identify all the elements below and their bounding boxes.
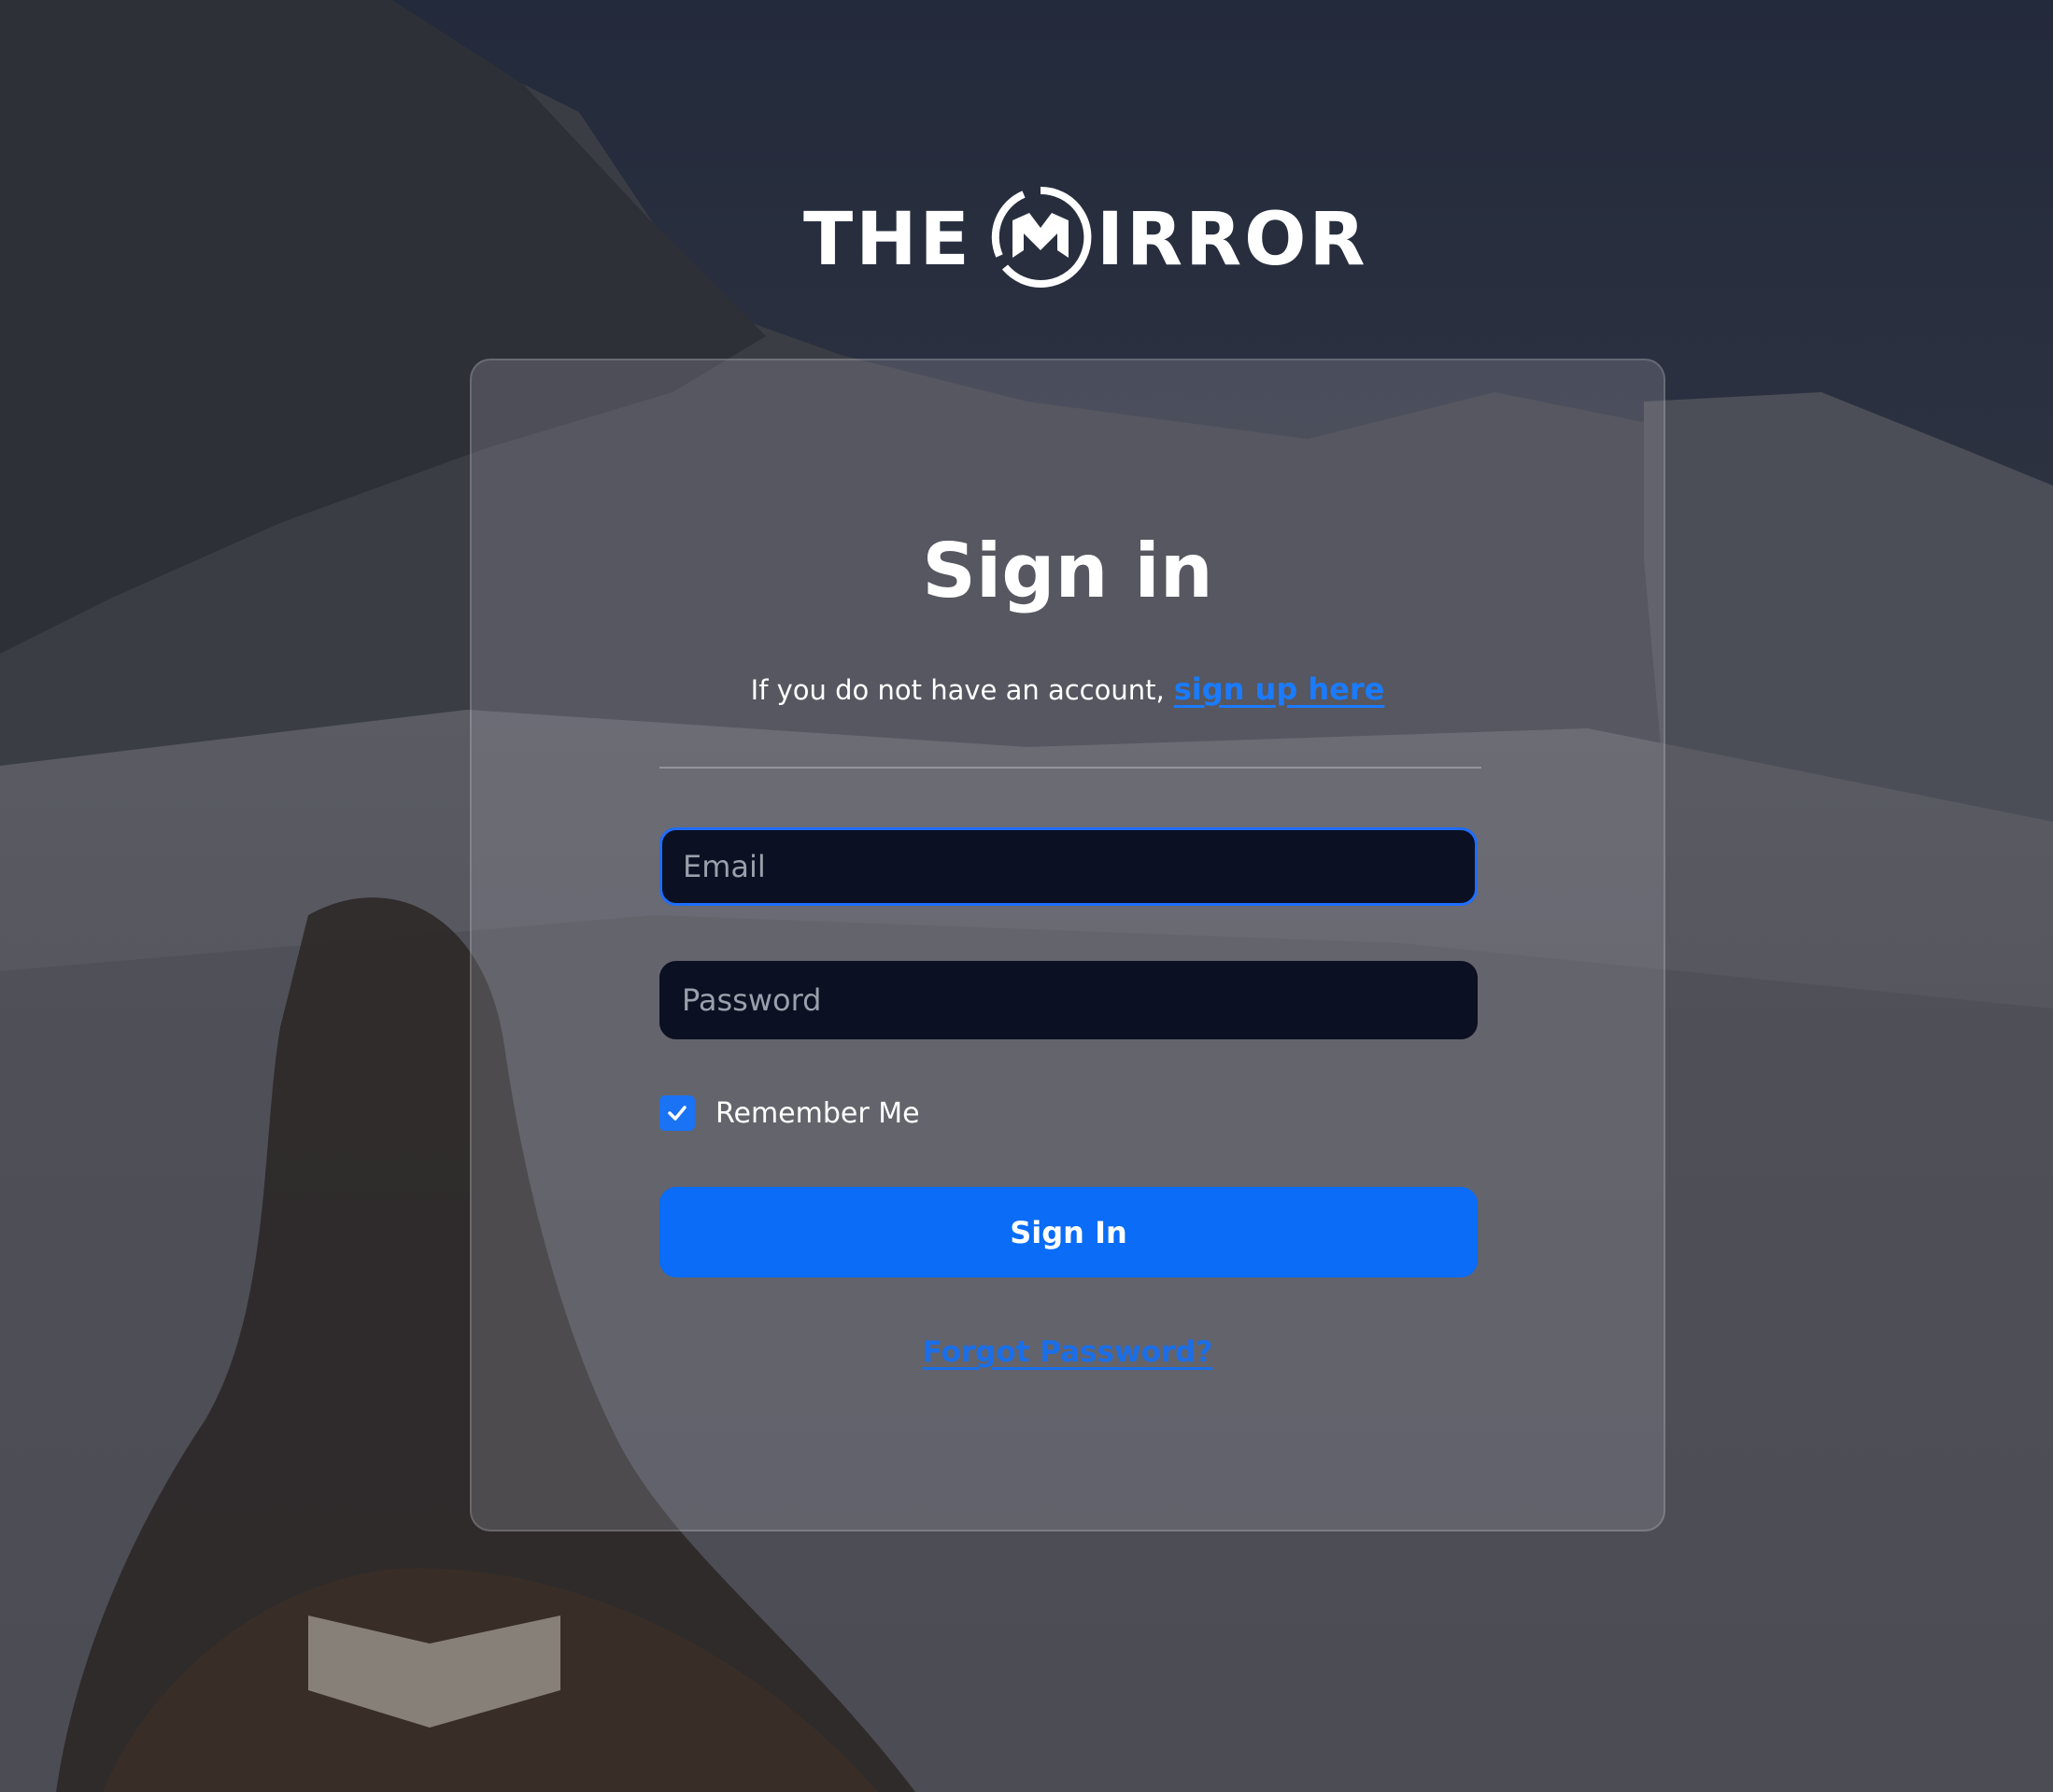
brand-logo: THE IRROR (803, 183, 1366, 297)
remember-me-row[interactable]: Remember Me (659, 1094, 920, 1132)
remember-me-label[interactable]: Remember Me (715, 1097, 920, 1130)
signup-prompt-text: If you do not have an account, (750, 674, 1165, 706)
mirror-m-emblem-icon (991, 186, 1092, 288)
sign-in-card: Sign in If you do not have an account, si… (470, 359, 1665, 1531)
signup-prompt-line: If you do not have an account, sign up he… (472, 669, 1664, 711)
brand-word-irror: IRROR (1097, 198, 1368, 282)
remember-me-checkbox[interactable] (659, 1095, 695, 1131)
sign-in-button[interactable]: Sign In (659, 1187, 1478, 1277)
divider (659, 767, 1481, 769)
email-field[interactable] (659, 827, 1478, 906)
forgot-password-row: Forgot Password? (472, 1332, 1664, 1373)
signup-link[interactable]: sign up here (1174, 671, 1385, 707)
checkmark-icon (668, 1106, 687, 1121)
password-field[interactable] (659, 961, 1478, 1039)
brand-word-the: THE (803, 198, 972, 282)
forgot-password-link[interactable]: Forgot Password? (923, 1335, 1213, 1369)
page-title: Sign in (922, 528, 1213, 614)
